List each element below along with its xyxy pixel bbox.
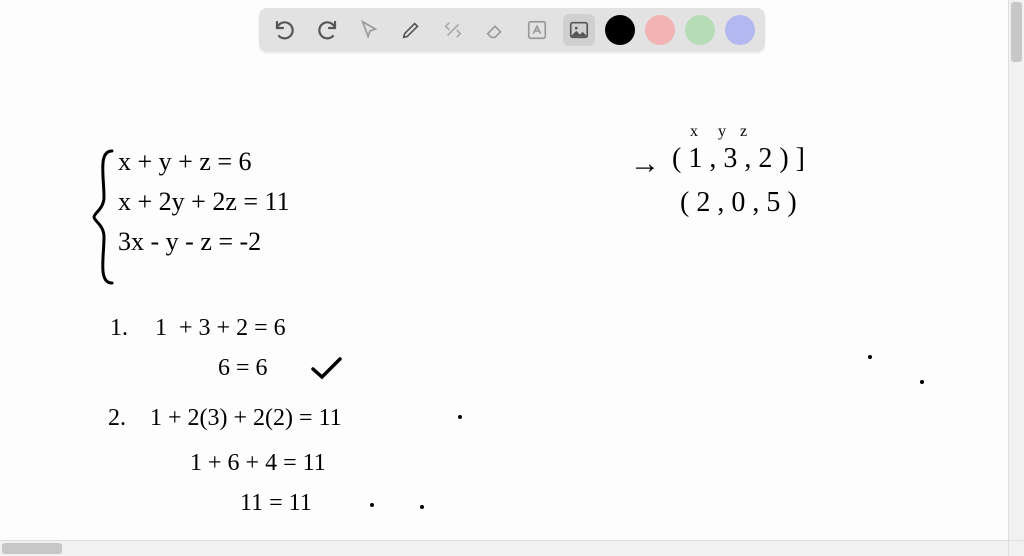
undo-button[interactable] [269, 14, 301, 46]
vertical-scrollbar[interactable] [1008, 0, 1024, 540]
stray-dot [420, 505, 424, 509]
step1-line1: 1 + 3 + 2 = 6 [155, 315, 286, 342]
equation-2: x + 2y + 2z = 11 [118, 187, 290, 217]
whiteboard-canvas[interactable]: x + y + z = 6 x + 2y + 2z = 11 3x - y - … [0, 55, 1024, 556]
text-icon [526, 19, 548, 41]
text-tool[interactable] [521, 14, 553, 46]
color-green[interactable] [685, 15, 715, 45]
equation-3: 3x - y - z = -2 [118, 227, 261, 257]
color-blue[interactable] [725, 15, 755, 45]
pointer-tool[interactable] [353, 14, 385, 46]
image-icon [568, 19, 590, 41]
checkmark-icon [310, 355, 344, 383]
undo-icon [273, 18, 297, 42]
stray-dot [868, 355, 872, 359]
step2-line3: 11 = 11 [240, 490, 312, 517]
vertical-scrollbar-thumb[interactable] [1011, 2, 1022, 62]
pencil-tool[interactable] [395, 14, 427, 46]
xyz-labels: x y z [690, 123, 749, 141]
eraser-icon [484, 19, 506, 41]
color-pink[interactable] [645, 15, 675, 45]
horizontal-scrollbar[interactable] [0, 540, 1008, 556]
solution-2: ( 2 , 0 , 5 ) [680, 187, 797, 219]
stray-dot [370, 503, 374, 507]
equation-1: x + y + z = 6 [118, 147, 252, 177]
step1-number: 1. [110, 315, 128, 342]
arrow-icon: → [630, 147, 660, 181]
stray-dot [458, 415, 462, 419]
redo-icon [315, 18, 339, 42]
step2-number: 2. [108, 405, 126, 432]
step2-line2: 1 + 6 + 4 = 11 [190, 450, 326, 477]
step2-line1: 1 + 2(3) + 2(2) = 11 [150, 405, 342, 432]
redo-button[interactable] [311, 14, 343, 46]
toolbar [259, 8, 765, 52]
stray-dot [920, 380, 924, 384]
tools-icon [442, 19, 464, 41]
color-black[interactable] [605, 15, 635, 45]
scroll-corner [1008, 540, 1024, 556]
step1-line2: 6 = 6 [218, 355, 268, 382]
edit-tools[interactable] [437, 14, 469, 46]
image-tool[interactable] [563, 14, 595, 46]
solution-1: ( 1 , 3 , 2 ) ] [672, 143, 805, 175]
pencil-icon [400, 19, 422, 41]
eraser-tool[interactable] [479, 14, 511, 46]
system-brace [90, 147, 118, 287]
horizontal-scrollbar-thumb[interactable] [2, 543, 62, 554]
pointer-icon [358, 19, 380, 41]
